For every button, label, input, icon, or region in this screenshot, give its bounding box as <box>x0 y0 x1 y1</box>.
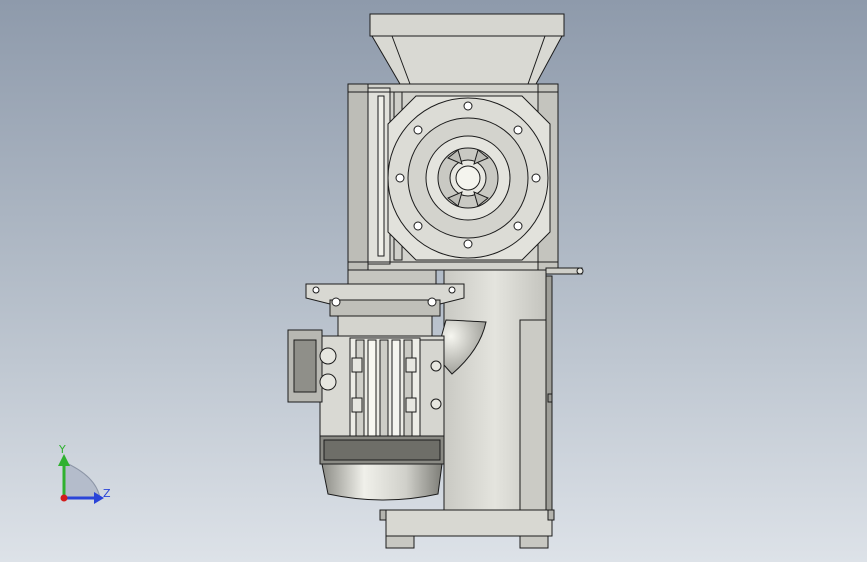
triad-origin <box>60 494 68 502</box>
motor-body[interactable] <box>319 335 445 437</box>
side-lever[interactable] <box>545 267 584 275</box>
coordinate-triad: Y Z <box>58 443 111 504</box>
motor-flange[interactable] <box>305 269 465 337</box>
z-axis-label: Z <box>103 487 111 500</box>
cad-viewport[interactable]: Y Z <box>0 0 867 562</box>
fan-cover[interactable] <box>319 435 445 501</box>
terminal-box[interactable] <box>287 329 323 403</box>
machine-model[interactable] <box>287 13 584 549</box>
y-axis-label: Y <box>58 443 66 456</box>
hopper[interactable] <box>369 13 565 85</box>
output-flange[interactable] <box>387 95 551 261</box>
